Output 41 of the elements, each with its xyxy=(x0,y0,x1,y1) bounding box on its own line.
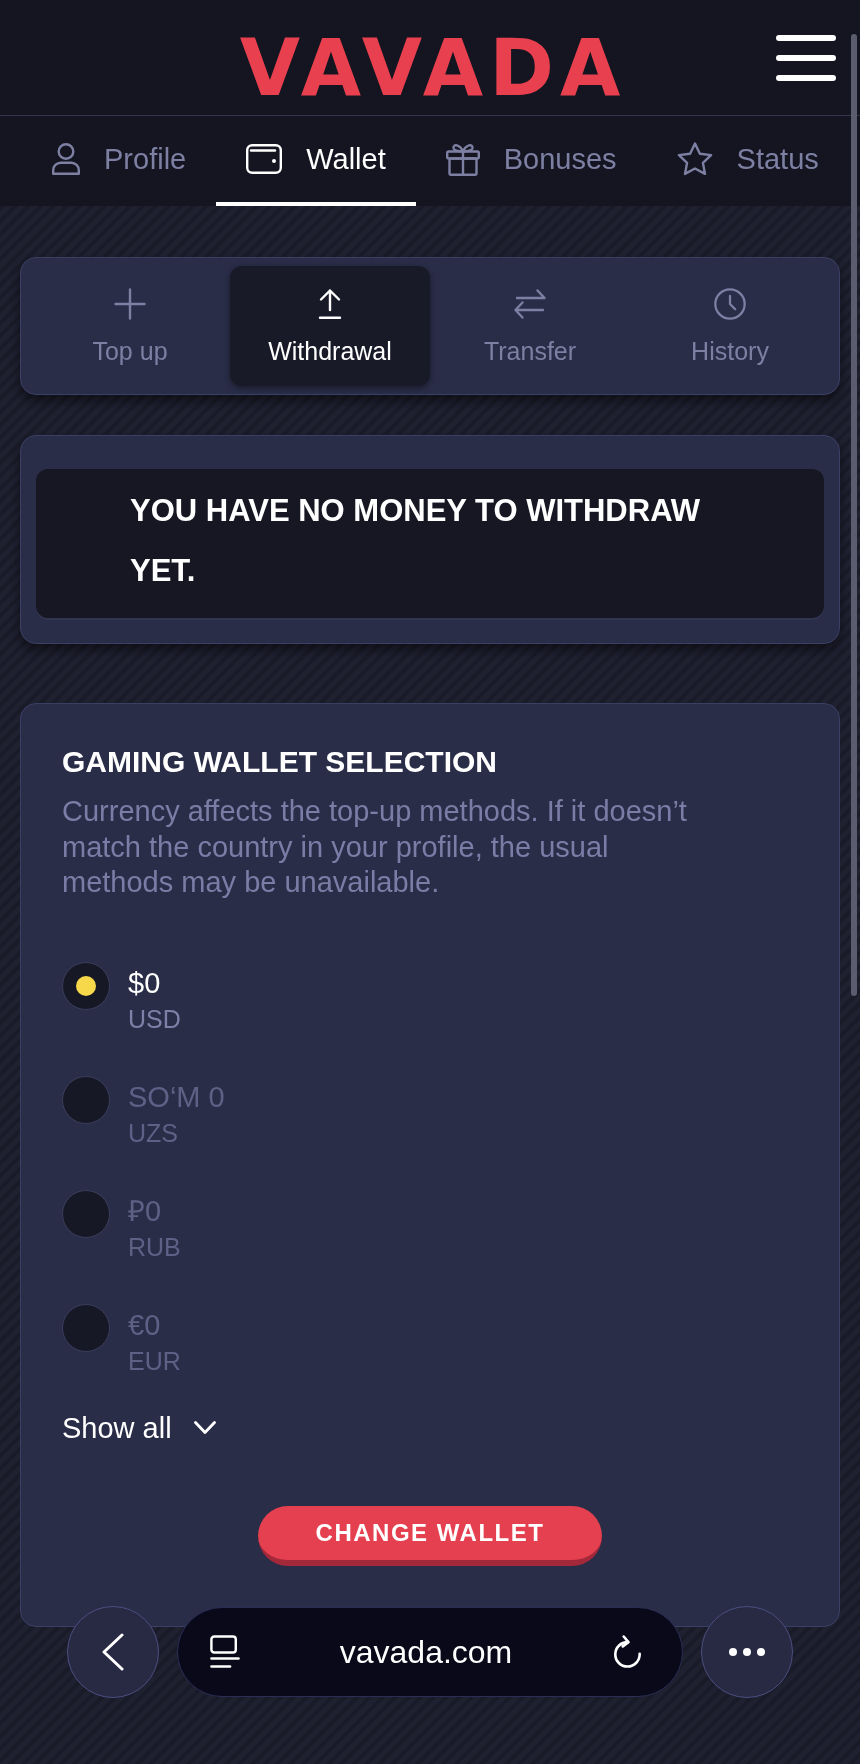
menu-icon[interactable] xyxy=(776,33,836,82)
radio-button[interactable] xyxy=(62,1075,110,1124)
wallet-icon xyxy=(246,144,283,174)
wallet-amount: €0 xyxy=(128,1307,161,1343)
wallet-amount: $0 xyxy=(128,965,161,1001)
wallet-amount: SO‘M 0 xyxy=(128,1079,225,1115)
section-title: GAMING WALLET SELECTION xyxy=(62,744,498,780)
ellipsis-icon xyxy=(729,1648,765,1656)
clock-icon xyxy=(714,288,746,320)
star-icon xyxy=(676,142,713,176)
address-bar[interactable]: vavada.com xyxy=(177,1607,683,1697)
person-icon xyxy=(52,143,80,175)
wallet-action-tab[interactable]: Withdrawal xyxy=(230,266,430,386)
currency-code: EUR xyxy=(128,1345,181,1377)
nav-tab[interactable]: Profile xyxy=(22,116,217,206)
section-description: Currency affects the top-up methods. If it doesn’t match the country in your profile, the usual methods may be unavailable. xyxy=(62,794,688,900)
currency-code: RUB xyxy=(128,1231,181,1263)
currency-code: USD xyxy=(128,1003,181,1035)
wallet-action-tab[interactable]: Top up xyxy=(30,266,230,386)
chevron-down-icon xyxy=(193,1421,216,1434)
chevron-left-icon xyxy=(102,1633,124,1671)
plus-icon xyxy=(114,288,146,320)
radio-button[interactable] xyxy=(62,1189,110,1238)
radio-button[interactable] xyxy=(62,961,110,1010)
currency-code: UZS xyxy=(128,1117,178,1149)
gift-icon xyxy=(445,142,480,176)
swap-arrows-icon xyxy=(513,288,547,320)
wallet-action-tab[interactable]: Transfer xyxy=(430,266,630,386)
nav-tab[interactable]: Bonuses xyxy=(415,116,647,206)
radio-button[interactable] xyxy=(62,1303,110,1352)
nav-tab[interactable]: Status xyxy=(646,116,849,206)
notice-message: YOU HAVE NO MONEY TO WITHDRAW YET. xyxy=(130,492,702,590)
logo[interactable]: VAVADA xyxy=(233,8,627,107)
change-wallet-button[interactable]: CHANGE WALLET xyxy=(258,1505,602,1566)
upload-arrow-icon xyxy=(316,288,344,320)
wallet-action-tab[interactable]: History xyxy=(630,266,830,386)
circular-arrow-icon[interactable] xyxy=(612,1635,642,1669)
wallet-amount: ₽0 xyxy=(128,1193,162,1229)
document-lines-icon[interactable] xyxy=(210,1635,240,1669)
url-text: vavada.com xyxy=(339,1633,513,1671)
show-all-button[interactable]: Show all xyxy=(62,1407,216,1448)
